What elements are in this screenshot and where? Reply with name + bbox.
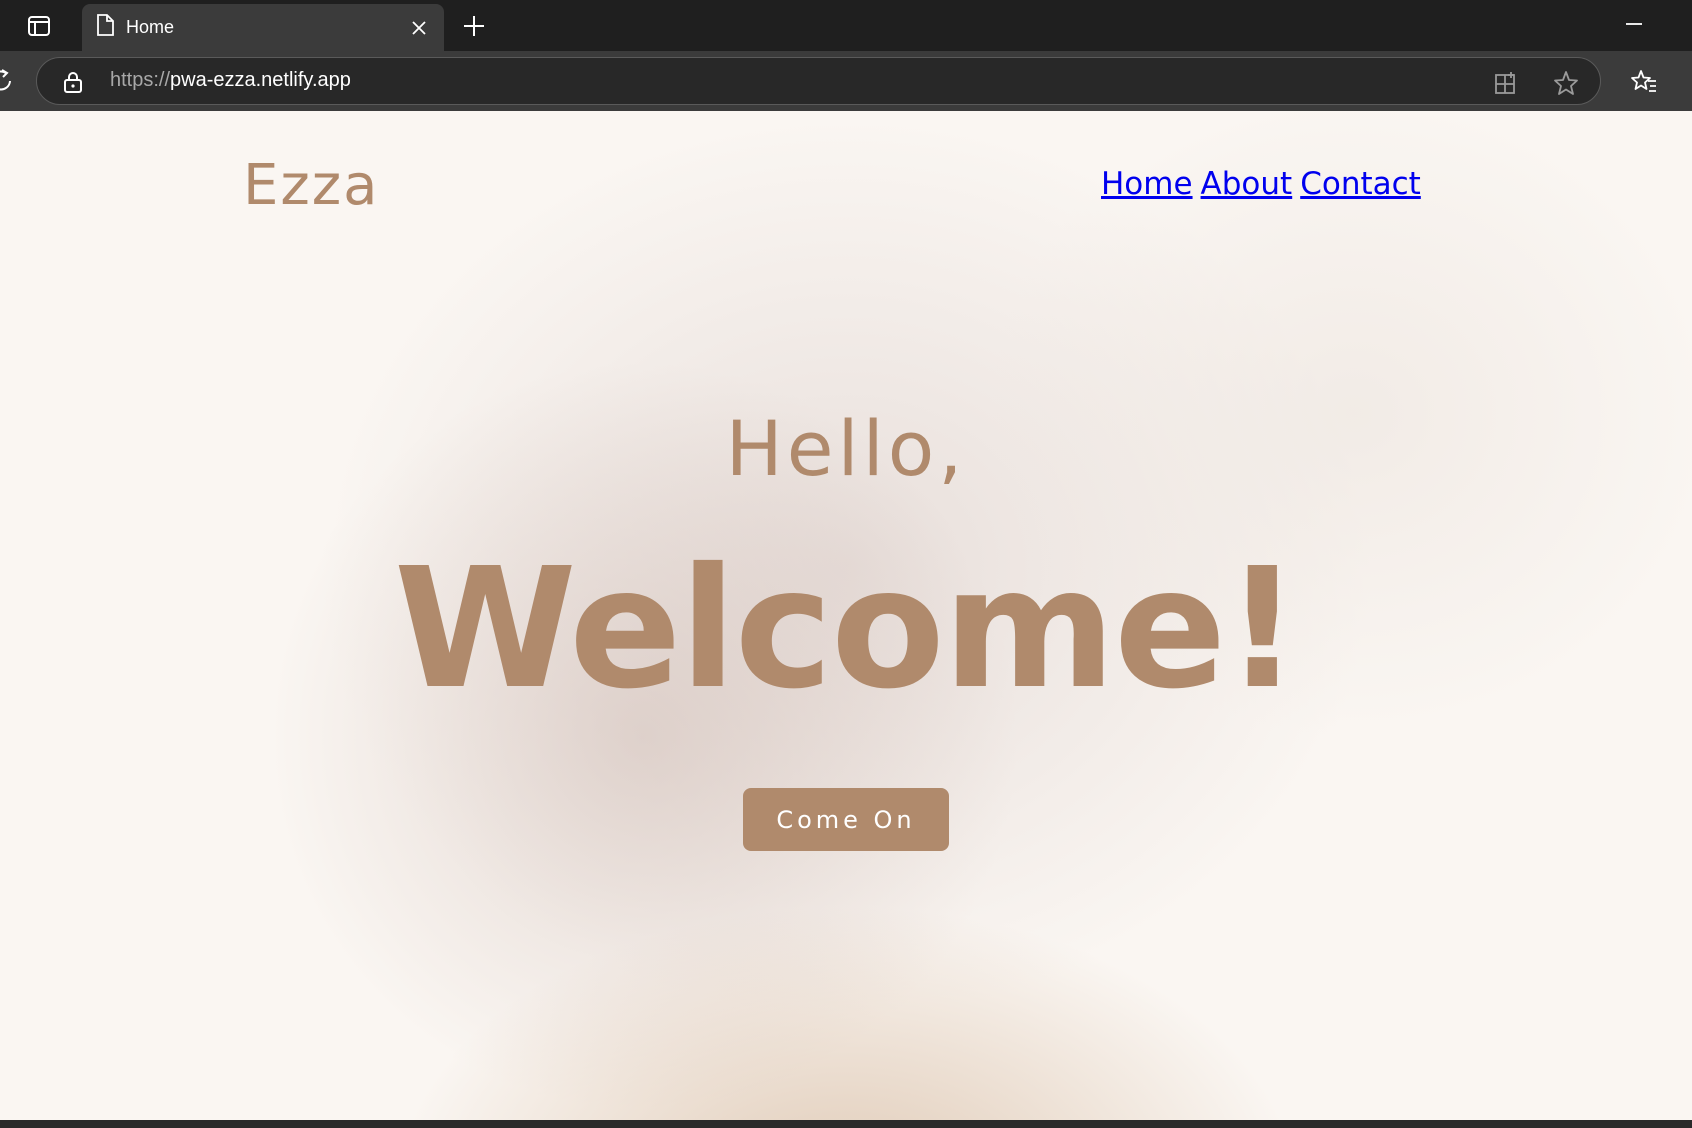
come-on-button[interactable]: Come On	[743, 788, 949, 851]
tab-title: Home	[126, 17, 175, 37]
address-bar[interactable]: https://pwa-ezza.netlify.app	[36, 57, 1601, 105]
nav-link-home[interactable]: Home	[1101, 166, 1193, 202]
active-tab[interactable]: Home	[82, 4, 444, 51]
tab-actions-icon[interactable]	[26, 13, 52, 39]
tab-bar: Home	[0, 0, 1692, 51]
lock-icon[interactable]	[61, 70, 85, 94]
window-bottom-edge	[0, 1120, 1692, 1128]
url-host: pwa-ezza.netlify.app	[170, 69, 351, 91]
app-extension-icon[interactable]	[1492, 69, 1520, 97]
nav-link-about[interactable]: About	[1201, 166, 1293, 202]
close-icon[interactable]	[408, 17, 430, 39]
browser-toolbar: https://pwa-ezza.netlify.app	[0, 51, 1692, 111]
hero-headline: Welcome!	[393, 533, 1300, 726]
minimize-icon[interactable]	[1622, 12, 1646, 36]
star-icon[interactable]	[1552, 69, 1580, 97]
greeting-text: Hello,	[725, 404, 967, 493]
page-icon	[96, 14, 114, 41]
plus-icon[interactable]	[460, 12, 488, 40]
reload-icon[interactable]	[0, 67, 16, 95]
brand-logo[interactable]: Ezza	[243, 153, 380, 218]
url-text[interactable]: https://pwa-ezza.netlify.app	[110, 69, 351, 92]
favorites-icon[interactable]	[1629, 68, 1659, 96]
url-protocol: https://	[110, 69, 171, 91]
main-nav: Home About Contact	[1101, 166, 1421, 202]
nav-link-contact[interactable]: Contact	[1300, 166, 1421, 202]
page-viewport: Ezza Home About Contact Hello, Welcome! …	[0, 111, 1692, 1120]
